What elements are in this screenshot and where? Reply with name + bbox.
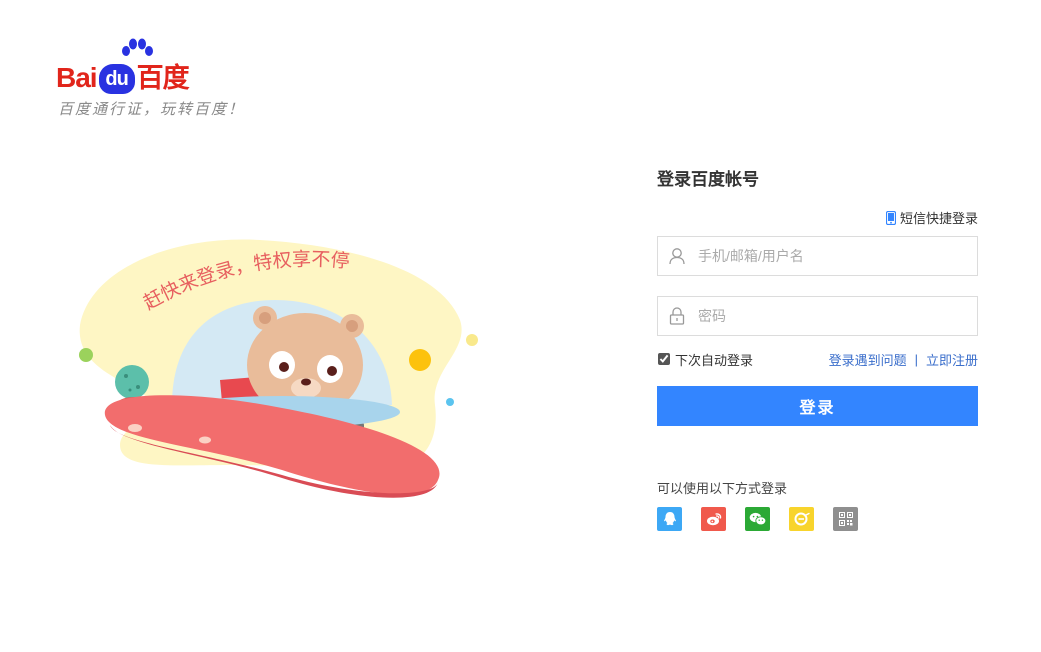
login-problem-link[interactable]: 登录遇到问题 bbox=[829, 350, 907, 369]
alt-login-label: 可以使用以下方式登录 bbox=[657, 481, 788, 496]
help-links: 登录遇到问题 | 立即注册 bbox=[829, 350, 978, 369]
logo-wordmark: Bai du 百度 bbox=[56, 56, 190, 95]
password-field[interactable] bbox=[657, 296, 978, 336]
wechat-icon bbox=[749, 512, 766, 526]
remember-label: 下次自动登录 bbox=[675, 352, 754, 368]
user-icon bbox=[658, 237, 696, 275]
username-field[interactable] bbox=[657, 236, 978, 276]
logo-cn: 百度 bbox=[136, 63, 190, 93]
yy-login-button[interactable] bbox=[789, 507, 814, 531]
sms-login-label: 短信快捷登录 bbox=[899, 211, 978, 226]
link-separator: | bbox=[914, 351, 918, 367]
lock-icon bbox=[658, 297, 696, 335]
register-link[interactable]: 立即注册 bbox=[926, 350, 978, 369]
login-title: 登录百度帐号 bbox=[657, 170, 759, 189]
remember-me[interactable]: 下次自动登录 bbox=[657, 350, 753, 369]
phone-icon bbox=[885, 210, 896, 225]
weibo-login-button[interactable] bbox=[701, 507, 726, 531]
bear-spaceship-illustration: 赶快来登录，特权享不停 bbox=[79, 239, 478, 498]
login-page: Bai du 百度 百度通行证，玩转百度！ 赶快来登录，特权享不停 登录百度帐号… bbox=[0, 0, 1041, 652]
login-button[interactable]: 登录 bbox=[657, 386, 978, 426]
qq-icon bbox=[663, 512, 676, 526]
logo-du: du bbox=[98, 64, 135, 94]
social-login-list bbox=[657, 507, 877, 531]
logo-bai: Bai bbox=[56, 62, 98, 93]
remember-checkbox[interactable] bbox=[658, 353, 670, 365]
baidu-logo[interactable]: Bai du 百度 百度通行证，玩转百度！ bbox=[56, 38, 256, 118]
qrcode-login-button[interactable] bbox=[833, 507, 858, 531]
sms-login-link[interactable]: 短信快捷登录 bbox=[885, 208, 978, 227]
weibo-icon bbox=[706, 513, 721, 526]
logo-slogan: 百度通行证，玩转百度！ bbox=[58, 100, 246, 118]
username-input[interactable] bbox=[696, 238, 977, 274]
password-input[interactable] bbox=[696, 298, 977, 334]
yy-icon bbox=[794, 512, 810, 526]
login-options: 下次自动登录 登录遇到问题 | 立即注册 bbox=[657, 349, 978, 369]
wechat-login-button[interactable] bbox=[745, 507, 770, 531]
qrcode-icon bbox=[838, 512, 853, 526]
qq-login-button[interactable] bbox=[657, 507, 682, 531]
